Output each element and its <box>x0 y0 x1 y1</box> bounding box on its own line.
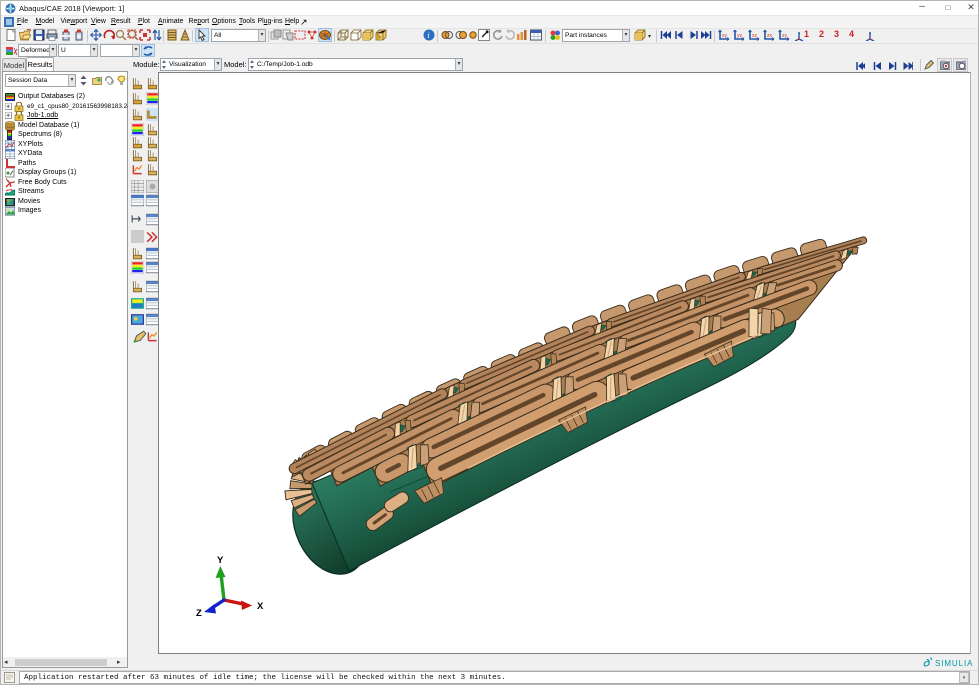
svg-text:X: X <box>257 601 264 612</box>
svg-text:zx: zx <box>767 33 773 39</box>
svg-text:xy: xy <box>722 33 728 39</box>
svg-text:xz: xz <box>752 33 758 39</box>
svg-text:SIMULIA: SIMULIA <box>935 659 973 668</box>
svg-text:Y: Y <box>217 555 224 566</box>
svg-text:yz: yz <box>737 33 743 39</box>
svg-text:zy: zy <box>782 33 788 39</box>
svg-text:Z: Z <box>196 608 202 619</box>
svg-text:↗: ↗ <box>300 17 308 27</box>
